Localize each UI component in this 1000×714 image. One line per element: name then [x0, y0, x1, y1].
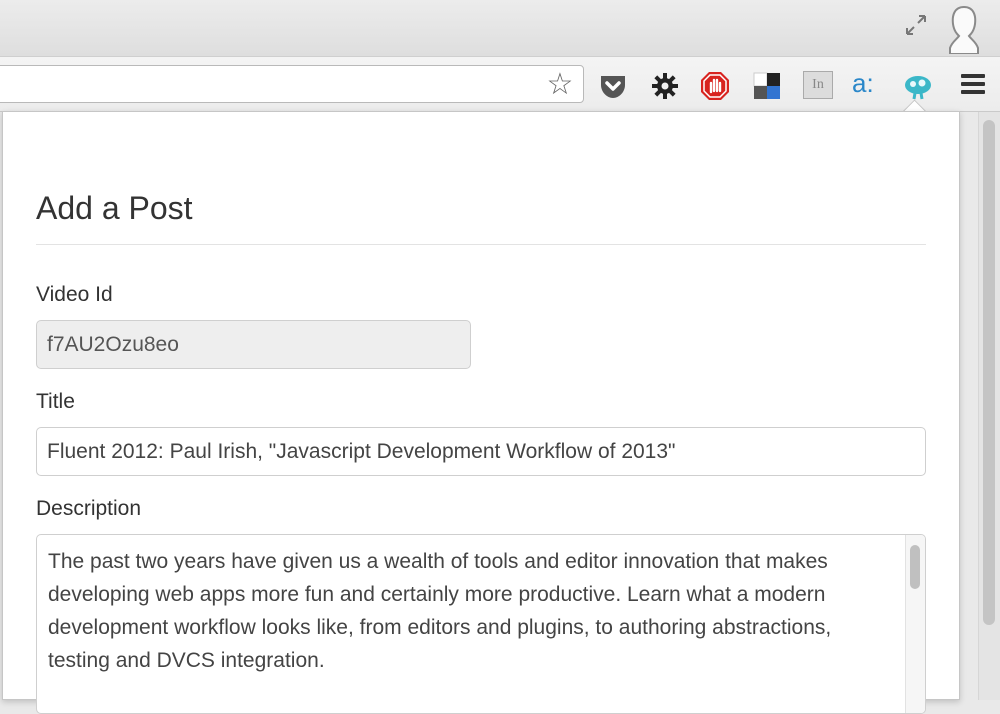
video-id-field[interactable] [36, 320, 471, 369]
browser-toolbar: ☆ In a: [0, 57, 1000, 112]
adblock-icon[interactable] [700, 71, 730, 101]
description-label: Description [36, 497, 142, 520]
bookmark-star-icon[interactable]: ☆ [545, 70, 575, 100]
chrome-menu-icon[interactable] [961, 74, 985, 96]
title-divider [36, 244, 926, 245]
user-profile-icon[interactable] [946, 4, 982, 54]
pocket-icon[interactable] [598, 71, 628, 101]
description-field[interactable]: The past two years have given us a wealt… [36, 534, 926, 714]
linkedin-icon[interactable]: In [803, 71, 833, 99]
title-field[interactable] [36, 427, 926, 476]
window-titlebar [0, 0, 1000, 57]
description-scrollbar-thumb[interactable] [910, 545, 920, 589]
address-bar[interactable]: ☆ [0, 65, 584, 103]
video-id-label: Video Id [36, 283, 113, 306]
description-text: The past two years have given us a wealt… [48, 550, 832, 672]
title-label: Title [36, 390, 75, 413]
page-title: Add a Post [36, 190, 193, 226]
amazon-icon[interactable]: a: [852, 68, 882, 98]
gear-icon[interactable] [650, 71, 680, 101]
delicious-icon[interactable] [752, 71, 782, 101]
page-scrollbar-thumb[interactable] [983, 120, 995, 625]
fullscreen-icon[interactable] [903, 12, 929, 38]
active-extension-icon[interactable] [903, 71, 933, 101]
